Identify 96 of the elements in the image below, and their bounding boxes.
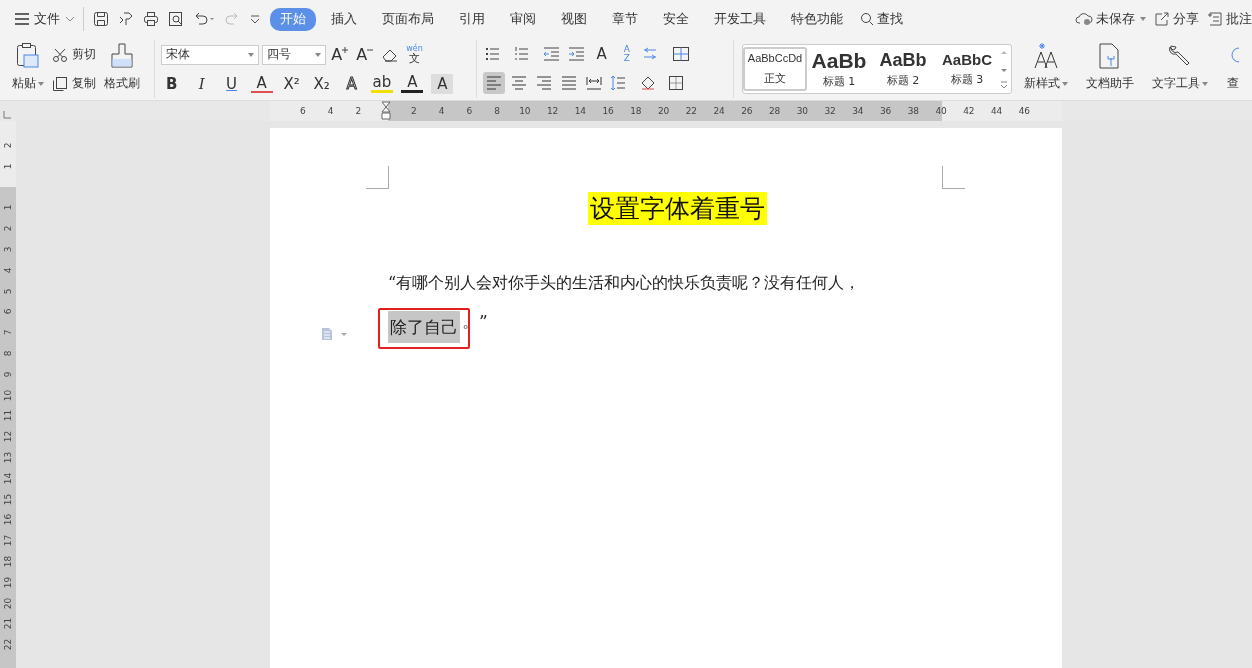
ribbon-tab[interactable]: 视图: [551, 7, 597, 31]
format-button[interactable]: X²: [280, 73, 303, 94]
font-size-dropdown[interactable]: 四号: [261, 44, 326, 65]
menu-button[interactable]: 文件: [15, 10, 75, 28]
format-button[interactable]: A: [340, 73, 363, 94]
ruler-number: 2: [2, 224, 14, 234]
comment-button[interactable]: 批注: [1207, 10, 1252, 28]
ruler-number: 2: [2, 141, 14, 151]
ribbon-tab[interactable]: 插入: [321, 7, 367, 31]
ruler-number: 6: [2, 307, 14, 317]
ribbon-tab[interactable]: 安全: [653, 7, 699, 31]
ruler-number: 5: [2, 287, 14, 296]
ruler-number: 8: [493, 105, 501, 118]
ruler-number: 15: [2, 492, 14, 507]
ribbon-tab[interactable]: 引用: [449, 7, 495, 31]
ruler-number: 8: [2, 349, 14, 359]
format-painter-button[interactable]: 格式刷: [102, 40, 142, 98]
ruler-number: 12: [545, 105, 560, 118]
format-button[interactable]: X₂: [310, 73, 333, 94]
ruler-number: 17: [2, 533, 14, 549]
ruler-number: 10: [518, 105, 532, 118]
style-preset[interactable]: AaBbCcDd 正文: [743, 47, 807, 91]
selected-text: 除了自己: [388, 311, 460, 343]
ruler-number: 2: [354, 105, 363, 118]
ruler-number: 32: [823, 105, 837, 118]
style-preset[interactable]: AaBb 标题 2: [871, 47, 935, 91]
ruler-number: 19: [2, 575, 14, 590]
ruler-number: 44: [989, 105, 1004, 118]
paste-button[interactable]: 粘贴: [10, 40, 46, 98]
ruler-number: 6: [465, 105, 474, 118]
ruler-number: 4: [437, 105, 446, 118]
ruler-number: 12: [2, 429, 14, 445]
ribbon-tab[interactable]: 特色功能: [781, 7, 853, 31]
ruler-number: 11: [2, 409, 14, 424]
ruler-number: 9: [2, 370, 14, 380]
ruler-number: 3: [2, 245, 14, 255]
ruler-number: 4: [326, 105, 335, 118]
format-button[interactable]: ab: [370, 74, 394, 93]
share-button[interactable]: 分享: [1154, 10, 1199, 28]
ruler-number: 38: [906, 105, 921, 118]
ribbon-tab[interactable]: 审阅: [500, 7, 546, 31]
ruler-number: 20: [2, 596, 14, 611]
ruler-number: 42: [962, 105, 976, 118]
copy-button[interactable]: 复制: [52, 75, 96, 92]
ruler-number: 14: [573, 105, 588, 118]
font-name-dropdown[interactable]: 宋体: [160, 44, 259, 65]
character-spacing-button[interactable]: A: [590, 44, 613, 64]
ruler-number: 2: [410, 105, 418, 118]
find-button[interactable]: 查: [1224, 40, 1242, 98]
ruler-number: 18: [2, 554, 14, 570]
ruler-number: 24: [712, 105, 726, 118]
ruler-number: 14: [2, 471, 14, 486]
search-button[interactable]: 查找: [860, 10, 903, 28]
document-title: 设置字体着重号: [587, 192, 767, 225]
format-button[interactable]: A: [431, 73, 454, 94]
paragraph-text: “有哪个别人会对你手头的生活和内心的快乐负责呢？没有任何人，: [388, 273, 862, 294]
phonetic-guide-button[interactable]: wén 文: [403, 44, 426, 65]
newstyle-button[interactable]: 新样式: [1022, 40, 1070, 98]
ruler-number: 13: [2, 450, 14, 466]
ruler-number: 22: [684, 105, 699, 118]
format-button[interactable]: A: [401, 74, 424, 93]
format-button[interactable]: B: [160, 73, 183, 94]
ribbon-tab[interactable]: 开发工具: [704, 7, 776, 31]
texttool-button[interactable]: 文字工具: [1150, 40, 1210, 98]
ribbon-tab[interactable]: 章节: [602, 7, 648, 31]
ruler-number: 22: [2, 637, 14, 653]
ruler-number: 16: [601, 105, 615, 118]
cut-button[interactable]: 剪切: [52, 46, 96, 63]
ruler-number: 1: [2, 162, 14, 172]
ruler-number: 21: [2, 617, 14, 632]
format-button[interactable]: A: [250, 74, 273, 93]
save-status-button[interactable]: 未保存: [1075, 10, 1146, 28]
ruler-number: 16: [2, 513, 14, 528]
grow-font-button[interactable]: A: [328, 44, 351, 65]
ruler-number: 20: [656, 105, 671, 118]
ruler-number: 40: [934, 105, 948, 118]
format-button[interactable]: U: [220, 73, 243, 94]
ruler-number: 18: [629, 105, 643, 118]
ruler-number: 7: [2, 328, 14, 338]
style-preset[interactable]: AaBbC 标题 3: [935, 47, 999, 91]
ruler-number: 10: [2, 388, 14, 403]
shrink-font-button[interactable]: A: [353, 44, 376, 65]
ruler-number: 4: [2, 266, 14, 276]
format-button[interactable]: I: [190, 73, 213, 94]
paragraph-text: 。”: [462, 310, 488, 333]
ruler-number: 36: [878, 105, 893, 118]
ribbon-tab[interactable]: 页面布局: [372, 7, 444, 31]
ruler-number: 46: [1017, 105, 1032, 118]
ruler-number: 1: [2, 203, 14, 213]
assistant-button[interactable]: 文档助手: [1084, 40, 1136, 98]
style-preset[interactable]: AaBb 标题 1: [807, 47, 871, 91]
ruler-number: 30: [795, 105, 810, 118]
ruler-number: 28: [767, 105, 782, 118]
ruler-number: 26: [740, 105, 754, 118]
ruler-number: 34: [851, 105, 865, 118]
ruler-number: 6: [299, 105, 307, 118]
